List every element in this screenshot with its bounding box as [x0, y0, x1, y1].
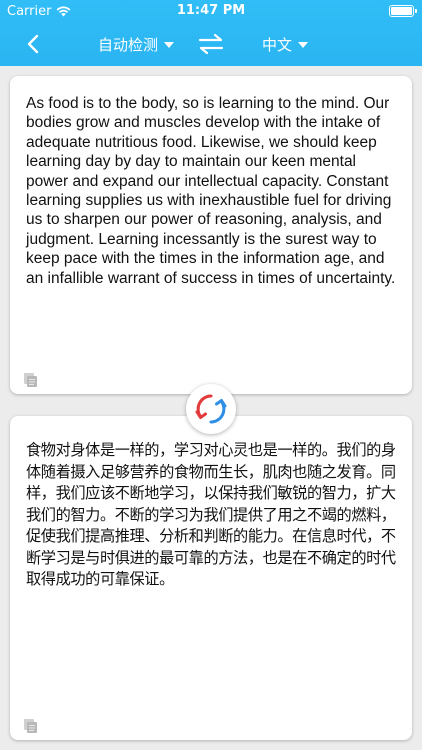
source-text[interactable]: As food is to the body, so is learning t… — [26, 94, 398, 288]
nav-bar: 自动检测 中文 — [0, 22, 422, 66]
source-language-label: 自动检测 — [98, 36, 159, 54]
battery-icon — [389, 5, 417, 17]
chevron-down-icon — [164, 41, 175, 48]
translate-sync-button[interactable] — [186, 384, 236, 434]
source-text-card[interactable]: As food is to the body, so is learning t… — [10, 76, 412, 394]
swap-languages-icon[interactable] — [198, 32, 224, 56]
translation-card[interactable]: 食物对身体是一样的，学习对心灵也是一样的。我们的身体随着摄入足够营养的食物而生长… — [10, 416, 412, 740]
translated-text: 食物对身体是一样的，学习对心灵也是一样的。我们的身体随着摄入足够营养的食物而生长… — [26, 441, 396, 588]
target-language-label: 中文 — [262, 36, 293, 54]
copy-icon[interactable] — [23, 718, 39, 734]
sync-icon — [195, 394, 227, 424]
source-language-selector[interactable]: 自动检测 — [98, 34, 175, 55]
status-bar: Carrier 11:47 PM — [0, 0, 422, 22]
app-header: Carrier 11:47 PM 自动检测 中文 — [0, 0, 422, 66]
clock: 11:47 PM — [176, 3, 246, 18]
back-arrow-icon[interactable] — [22, 33, 44, 55]
copy-icon[interactable] — [23, 372, 39, 388]
target-language-selector[interactable]: 中文 — [262, 34, 309, 55]
chevron-down-icon — [298, 41, 309, 48]
